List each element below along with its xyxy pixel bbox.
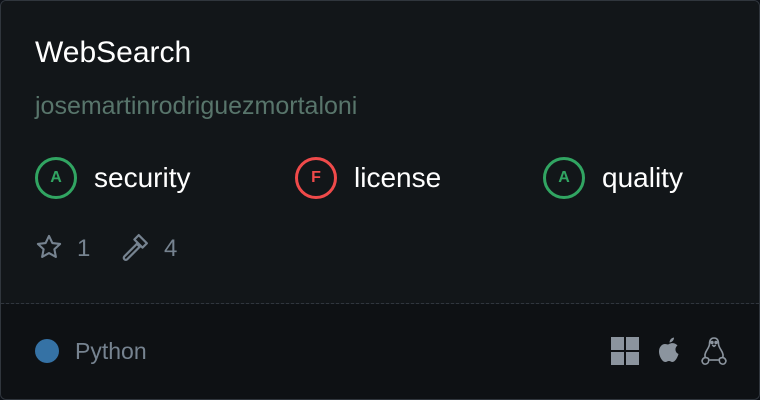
grade-security: A security [35,156,190,200]
grade-license: F license [295,156,441,200]
stars-count: 1 [77,235,91,262]
language: Python [35,335,147,367]
forks-stat: 4 [120,233,177,265]
repo-owner[interactable]: josemartinrodriguezmortaloni [35,89,357,123]
windows-icon [609,335,641,367]
grade-quality: A quality [543,156,683,200]
forks-count: 4 [164,235,178,262]
stars-stat: 1 [35,233,90,265]
hammer-icon [120,232,150,267]
language-color-dot [35,339,59,363]
grade-license-badge: F [295,157,337,199]
grade-license-label: license [354,162,442,193]
grade-quality-badge: A [543,157,585,199]
linux-icon [698,335,730,367]
repo-card[interactable]: WebSearch josemartinrodriguezmortaloni A… [0,0,760,400]
star-icon [35,233,63,266]
repo-name[interactable]: WebSearch [35,33,191,73]
language-name: Python [75,337,147,364]
apple-icon [653,335,685,367]
grade-quality-label: quality [602,162,683,193]
grade-security-badge: A [35,157,77,199]
grade-security-label: security [94,162,191,193]
